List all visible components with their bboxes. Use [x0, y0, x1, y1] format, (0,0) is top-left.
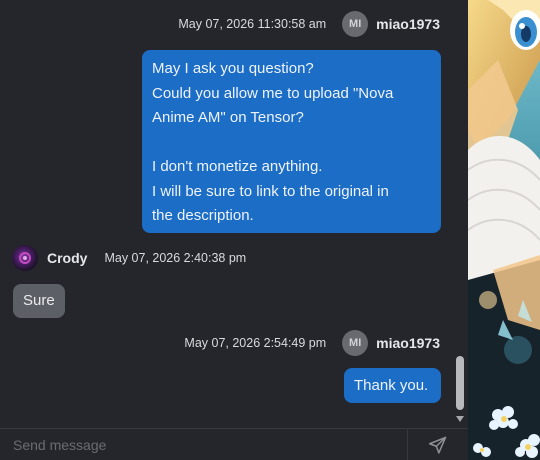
- avatar[interactable]: [12, 245, 38, 271]
- sender-name[interactable]: Crody: [47, 250, 87, 266]
- chat-window: May 07, 2026 11:30:58 am MI miao1973 May…: [0, 0, 540, 460]
- chat-panel: May 07, 2026 11:30:58 am MI miao1973 May…: [0, 0, 468, 460]
- message-text-line: May I ask you question?: [152, 60, 314, 77]
- send-button[interactable]: [408, 429, 468, 460]
- anime-artwork-image: [468, 0, 540, 460]
- message-text-line: I don't monetize anything.: [152, 158, 323, 175]
- message-text: Thank you.: [354, 377, 429, 394]
- message-header: May 07, 2026 2:54:49 pm MI miao1973: [184, 330, 440, 356]
- send-icon: [428, 436, 447, 454]
- message-list[interactable]: May 07, 2026 11:30:58 am MI miao1973 May…: [0, 0, 452, 428]
- message-text-line: the description.: [152, 207, 254, 224]
- composer: [0, 428, 468, 460]
- message-text-line: Anime AM" on Tensor?: [152, 109, 304, 126]
- sender-name[interactable]: miao1973: [376, 16, 440, 32]
- chevron-down-icon[interactable]: [456, 416, 464, 422]
- avatar[interactable]: MI: [342, 11, 369, 37]
- sender-name[interactable]: miao1973: [376, 335, 440, 351]
- message-text-line: I will be sure to link to the original i…: [152, 182, 389, 200]
- message-text: Sure: [23, 292, 55, 309]
- message-input[interactable]: [0, 429, 407, 460]
- outgoing-message-bubble: May I ask you question? Could you allow …: [142, 50, 441, 233]
- message-header: May 07, 2026 11:30:58 am MI miao1973: [178, 11, 440, 37]
- message-timestamp: May 07, 2026 11:30:58 am: [178, 17, 327, 31]
- incoming-message-bubble: Sure: [13, 284, 65, 318]
- message-timestamp: May 07, 2026 2:40:38 pm: [104, 251, 247, 265]
- avatar[interactable]: MI: [342, 330, 369, 356]
- message-timestamp: May 07, 2026 2:54:49 pm: [184, 336, 327, 350]
- background-artwork: [468, 0, 540, 460]
- scrollbar[interactable]: [452, 0, 468, 428]
- message-text-line: Could you allow me to upload "Nova: [152, 84, 394, 102]
- message-text-line: [152, 131, 431, 156]
- outgoing-message-bubble: Thank you.: [344, 368, 441, 403]
- message-header: Crody May 07, 2026 2:40:38 pm: [12, 245, 246, 271]
- scrollbar-thumb[interactable]: [456, 356, 464, 410]
